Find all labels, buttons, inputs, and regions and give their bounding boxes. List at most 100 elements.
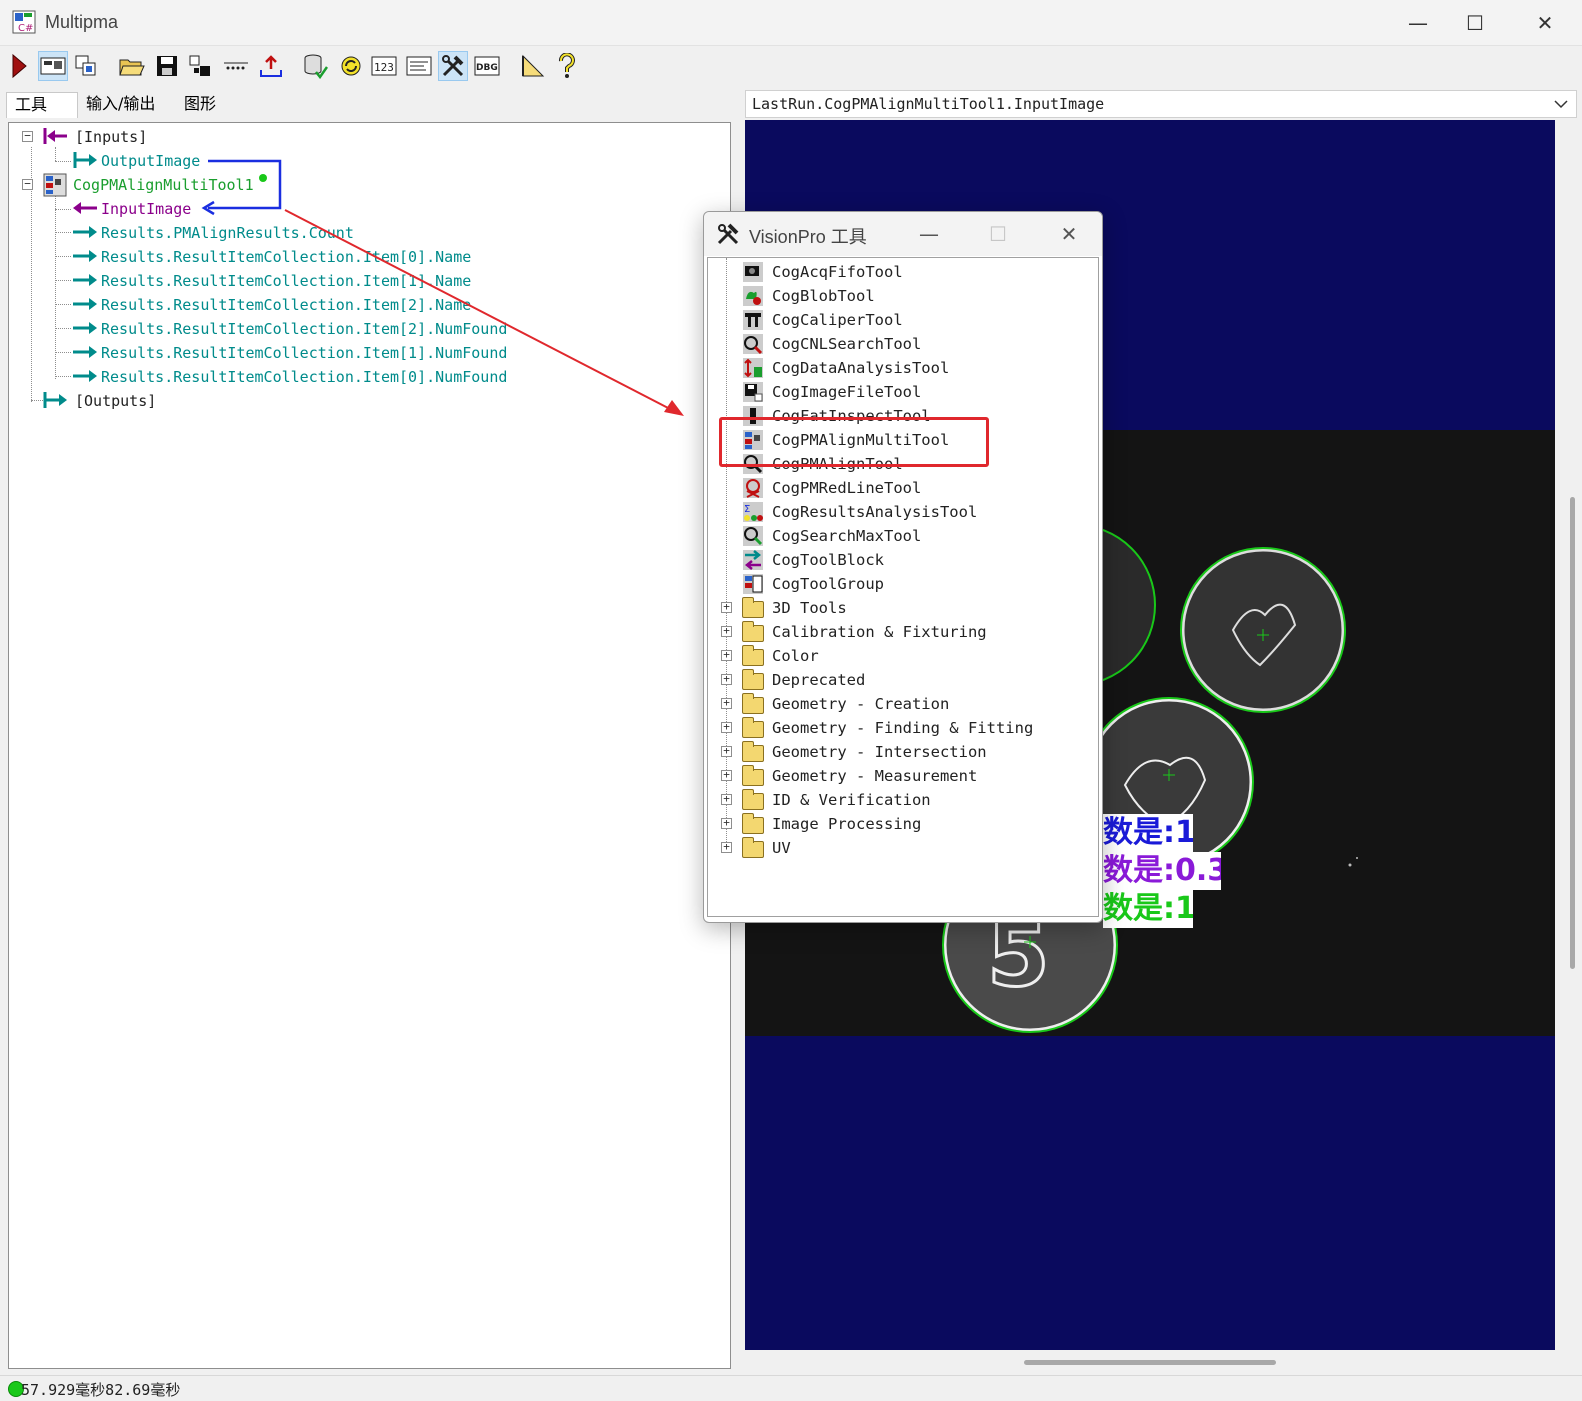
expand-folder-toggle[interactable]: + [721, 601, 732, 613]
pmalign-multi-tool-icon [43, 173, 67, 197]
help-button[interactable] [552, 51, 582, 81]
tree-input-image[interactable]: InputImage [101, 197, 191, 221]
database-button[interactable] [300, 51, 330, 81]
tool-item[interactable]: CogAcqFifoTool [772, 260, 903, 284]
tool-tree[interactable]: − [Inputs] OutputImage − CogPMAlignMulti… [8, 122, 731, 1369]
tree-result-item[interactable]: Results.PMAlignResults.Count [101, 221, 354, 245]
tree-tool-node[interactable]: CogPMAlignMultiTool1 [73, 173, 254, 197]
viewer-horizontal-scroll-thumb[interactable] [1024, 1360, 1276, 1365]
expand-folder-toggle[interactable]: + [721, 745, 732, 757]
folder-icon [742, 621, 764, 642]
dialog-minimize-button[interactable]: — [909, 219, 949, 249]
live-display-icon [40, 57, 66, 75]
save-button[interactable] [152, 51, 182, 81]
chevron-down-icon[interactable] [1552, 93, 1570, 115]
folder-item[interactable]: Geometry - Measurement [772, 764, 977, 788]
tree-result-item[interactable]: Results.ResultItemCollection.Item[1].Nam… [101, 269, 471, 293]
text-button[interactable] [404, 51, 434, 81]
tool-item[interactable]: CogBlobTool [772, 284, 875, 308]
tool-item[interactable]: CogImageFileTool [772, 380, 921, 404]
measure-button[interactable] [518, 51, 548, 81]
folder-icon [742, 765, 764, 786]
tools-button[interactable] [438, 51, 468, 81]
dots-button[interactable] [221, 51, 251, 81]
folder-item[interactable]: 3D Tools [772, 596, 847, 620]
tab-io[interactable]: 输入/输出 [78, 92, 163, 118]
viewer-image-selector[interactable]: LastRun.CogPMAlignMultiTool1.InputImage [745, 90, 1577, 118]
tab-tools[interactable]: 工具 [6, 92, 78, 118]
overlay-label-1: 数是:1 [1103, 815, 1193, 850]
expand-folder-toggle[interactable]: + [721, 721, 732, 733]
tree-inputs[interactable]: [Inputs] [75, 125, 147, 149]
result-arrow-icon [73, 322, 97, 334]
expand-folder-toggle[interactable]: + [721, 769, 732, 781]
tool-list[interactable]: CogAcqFifoTool CogBlobTool CogCaliperToo… [707, 257, 1099, 917]
number-icon: 123 [371, 56, 397, 76]
folder-item[interactable]: Deprecated [772, 668, 865, 692]
folder-item[interactable]: Image Processing [772, 812, 921, 836]
folder-item[interactable]: ID & Verification [772, 788, 931, 812]
tree-guide [55, 209, 71, 210]
tool-item[interactable]: CogSearchMaxTool [772, 524, 921, 548]
debug-button[interactable]: DBG [472, 51, 502, 81]
copy-button[interactable] [71, 51, 101, 81]
folder-item[interactable]: Calibration & Fixturing [772, 620, 987, 644]
close-button[interactable]: ✕ [1523, 8, 1567, 38]
maximize-button[interactable]: ☐ [1453, 8, 1497, 38]
expand-folder-toggle[interactable]: + [721, 625, 732, 637]
refresh-icon [341, 56, 361, 76]
import-button[interactable] [256, 51, 286, 81]
expand-folder-toggle[interactable]: + [721, 793, 732, 805]
tool-item[interactable]: CogPMRedLineTool [772, 476, 921, 500]
folder-icon [742, 741, 764, 762]
pm-redline-tool-icon [743, 478, 763, 498]
tool-item[interactable]: CogResultsAnalysisTool [772, 500, 977, 524]
tree-outputs[interactable]: [Outputs] [75, 389, 156, 413]
expand-folder-toggle[interactable]: + [721, 673, 732, 685]
open-button[interactable] [117, 51, 147, 81]
expand-folder-toggle[interactable]: + [721, 817, 732, 829]
dialog-title-bar[interactable]: VisionPro 工具 — ☐ ✕ [704, 212, 1102, 256]
folder-item[interactable]: Geometry - Finding & Fitting [772, 716, 1033, 740]
help-icon [559, 53, 575, 78]
refresh-button[interactable] [336, 51, 366, 81]
tree-result-item[interactable]: Results.ResultItemCollection.Item[2].Nam… [101, 293, 471, 317]
number-button[interactable]: 123 [369, 51, 399, 81]
reset-icon [189, 55, 210, 76]
folder-item[interactable]: Geometry - Creation [772, 692, 949, 716]
tool-item[interactable]: CogToolGroup [772, 572, 884, 596]
expand-folder-toggle[interactable]: + [721, 697, 732, 709]
viewer-vertical-scroll-thumb[interactable] [1570, 497, 1575, 969]
tree-guide [55, 256, 71, 257]
debug-icon: DBG [474, 56, 500, 76]
folder-item[interactable]: UV [772, 836, 791, 860]
tree-result-item[interactable]: Results.ResultItemCollection.Item[1].Num… [101, 341, 507, 365]
data-analysis-tool-icon [743, 358, 763, 378]
tree-output-image[interactable]: OutputImage [101, 149, 200, 173]
folder-item[interactable]: Geometry - Intersection [772, 740, 987, 764]
tree-result-item[interactable]: Results.ResultItemCollection.Item[2].Num… [101, 317, 507, 341]
live-display-button[interactable] [38, 51, 68, 81]
collapse-tool-toggle[interactable]: − [22, 178, 33, 190]
folder-item[interactable]: Color [772, 644, 819, 668]
collapse-inputs-toggle[interactable]: − [22, 130, 33, 142]
tab-graphics[interactable]: 图形 [176, 92, 224, 118]
tool-item[interactable]: CogCaliperTool [772, 308, 903, 332]
tree-result-item[interactable]: Results.ResultItemCollection.Item[0].Nam… [101, 245, 471, 269]
folder-icon [742, 645, 764, 666]
highlight-box [719, 417, 989, 467]
tool-item[interactable]: CogToolBlock [772, 548, 884, 572]
dialog-maximize-button: ☐ [989, 222, 1007, 246]
tree-guide [55, 304, 71, 305]
run-button[interactable] [4, 51, 34, 81]
folder-icon [742, 789, 764, 810]
expand-folder-toggle[interactable]: + [721, 841, 732, 853]
minimize-button[interactable]: — [1396, 8, 1440, 38]
expand-folder-toggle[interactable]: + [721, 649, 732, 661]
tool-item[interactable]: CogCNLSearchTool [772, 332, 921, 356]
dialog-close-button[interactable]: ✕ [1049, 219, 1089, 249]
tree-result-item[interactable]: Results.ResultItemCollection.Item[0].Num… [101, 365, 507, 389]
tool-item[interactable]: CogDataAnalysisTool [772, 356, 949, 380]
reset-button[interactable] [185, 51, 215, 81]
database-icon [304, 54, 328, 79]
